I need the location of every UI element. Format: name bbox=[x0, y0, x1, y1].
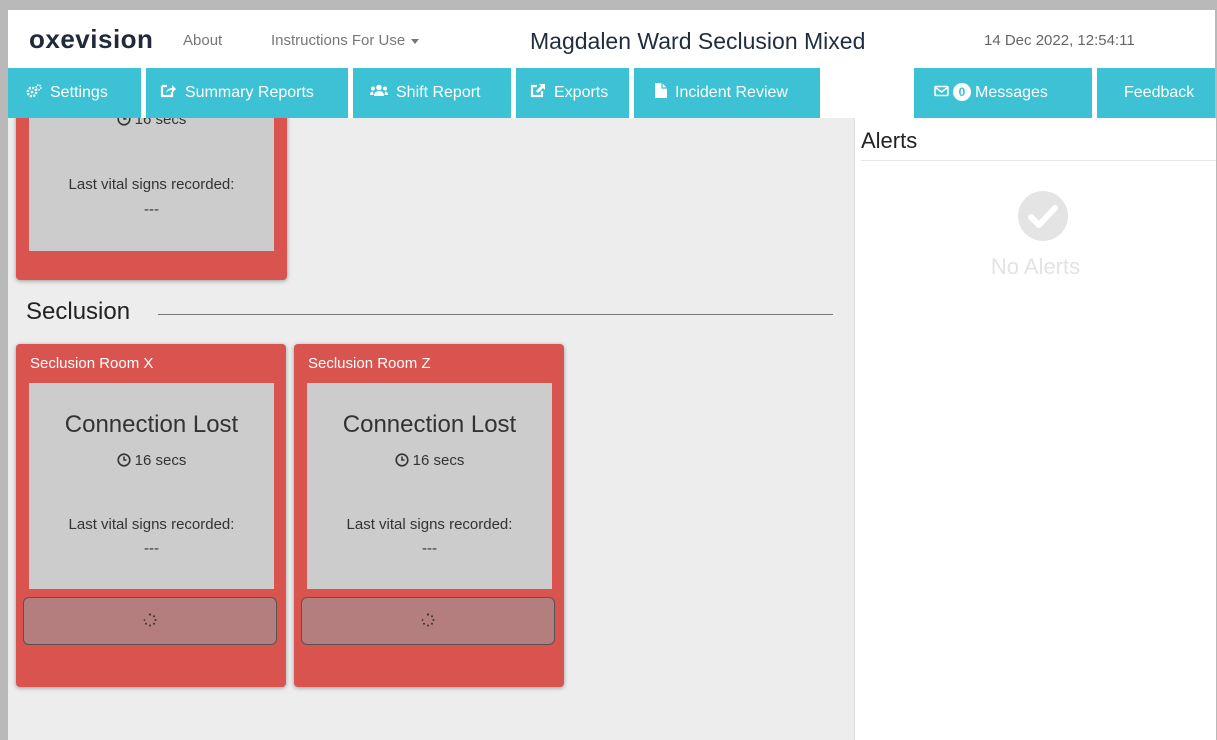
external-link-icon bbox=[530, 84, 545, 98]
alerts-divider bbox=[861, 160, 1216, 161]
file-icon bbox=[655, 83, 667, 99]
cogs-icon bbox=[26, 84, 42, 98]
app-header: oxevision About Instructions For Use Mag… bbox=[8, 10, 1215, 68]
room-card[interactable]: 16 secs Last vital signs recorded: --- bbox=[16, 118, 287, 280]
vital-signs-label: Last vital signs recorded: bbox=[68, 176, 235, 193]
nav-shift-report-label: Shift Report bbox=[396, 84, 481, 101]
connection-status: Connection Lost bbox=[64, 411, 239, 438]
connection-lost-duration: 16 secs bbox=[307, 452, 552, 469]
section-title-seclusion: Seclusion bbox=[26, 298, 131, 325]
alerts-panel: Alerts No Alerts bbox=[854, 118, 1216, 740]
instructions-label: Instructions For Use bbox=[271, 32, 406, 49]
nav-settings-label: Settings bbox=[50, 84, 108, 101]
nav-incident-review-label: Incident Review bbox=[675, 84, 788, 101]
connection-status: Connection Lost bbox=[342, 411, 517, 438]
room-action-button[interactable] bbox=[301, 597, 555, 645]
duration-label: 16 secs bbox=[134, 118, 187, 128]
room-card-body: Connection Lost 16 secs Last vital signs… bbox=[29, 383, 274, 589]
no-alerts-message: No Alerts bbox=[990, 254, 1081, 279]
nav-shift-report[interactable]: Shift Report bbox=[353, 68, 511, 118]
check-circle-icon bbox=[1018, 191, 1068, 241]
main-nav: Settings Summary Reports Shift Report Ex… bbox=[8, 68, 1215, 118]
duration-label: 16 secs bbox=[412, 452, 465, 469]
nav-feedback-label: Feedback bbox=[1124, 84, 1195, 101]
vital-signs-value: --- bbox=[144, 201, 159, 218]
clock-icon bbox=[395, 453, 409, 467]
instructions-dropdown[interactable]: Instructions For Use bbox=[271, 32, 420, 49]
room-card-body: Connection Lost 16 secs Last vital signs… bbox=[307, 383, 552, 589]
nav-settings[interactable]: Settings bbox=[8, 68, 141, 118]
users-icon bbox=[370, 84, 388, 97]
nav-summary-reports-label: Summary Reports bbox=[185, 84, 314, 101]
caret-down-icon bbox=[411, 38, 420, 44]
nav-summary-reports[interactable]: Summary Reports bbox=[146, 68, 348, 118]
vital-signs-value: --- bbox=[422, 540, 437, 557]
room-card-body: 16 secs Last vital signs recorded: --- bbox=[29, 118, 274, 251]
clock-icon bbox=[117, 453, 131, 467]
room-action-button[interactable] bbox=[23, 597, 277, 645]
loading-spinner-icon bbox=[421, 613, 435, 627]
nav-blank-item bbox=[820, 68, 914, 118]
vital-signs-label: Last vital signs recorded: bbox=[346, 516, 513, 533]
room-title: Seclusion Room Z bbox=[308, 355, 431, 372]
nav-incident-review[interactable]: Incident Review bbox=[634, 68, 820, 118]
room-card-seclusion-z[interactable]: Seclusion Room Z Connection Lost 16 secs… bbox=[294, 344, 564, 687]
envelope-icon bbox=[934, 85, 949, 97]
oxevision-logo[interactable]: oxevision bbox=[29, 24, 153, 55]
share-square-icon bbox=[160, 85, 176, 98]
duration-label: 16 secs bbox=[134, 452, 187, 469]
nav-feedback[interactable]: Feedback bbox=[1097, 68, 1215, 118]
nav-exports-label: Exports bbox=[554, 84, 609, 101]
ward-title: Magdalen Ward Seclusion Mixed bbox=[530, 28, 866, 54]
loading-spinner-icon bbox=[143, 613, 157, 627]
connection-lost-duration: 16 secs bbox=[29, 118, 274, 128]
clock-icon bbox=[117, 118, 131, 126]
rooms-panel[interactable]: 16 secs Last vital signs recorded: --- S… bbox=[8, 118, 854, 740]
connection-lost-duration: 16 secs bbox=[29, 452, 274, 469]
messages-count-badge: 0 bbox=[953, 83, 971, 101]
nav-messages-label: Messages bbox=[975, 84, 1048, 101]
nav-messages[interactable]: 0 Messages bbox=[914, 68, 1092, 118]
window-frame-top bbox=[0, 0, 1217, 10]
alerts-title: Alerts bbox=[861, 128, 918, 153]
room-title: Seclusion Room X bbox=[30, 355, 154, 372]
nav-exports[interactable]: Exports bbox=[516, 68, 629, 118]
section-divider bbox=[158, 314, 833, 315]
vital-signs-label: Last vital signs recorded: bbox=[68, 516, 235, 533]
room-card-seclusion-x[interactable]: Seclusion Room X Connection Lost 16 secs… bbox=[16, 344, 286, 687]
vital-signs-value: --- bbox=[144, 540, 159, 557]
window-frame-left bbox=[0, 0, 8, 740]
about-link[interactable]: About bbox=[183, 32, 222, 49]
current-datetime: 14 Dec 2022, 12:54:11 bbox=[984, 32, 1135, 49]
